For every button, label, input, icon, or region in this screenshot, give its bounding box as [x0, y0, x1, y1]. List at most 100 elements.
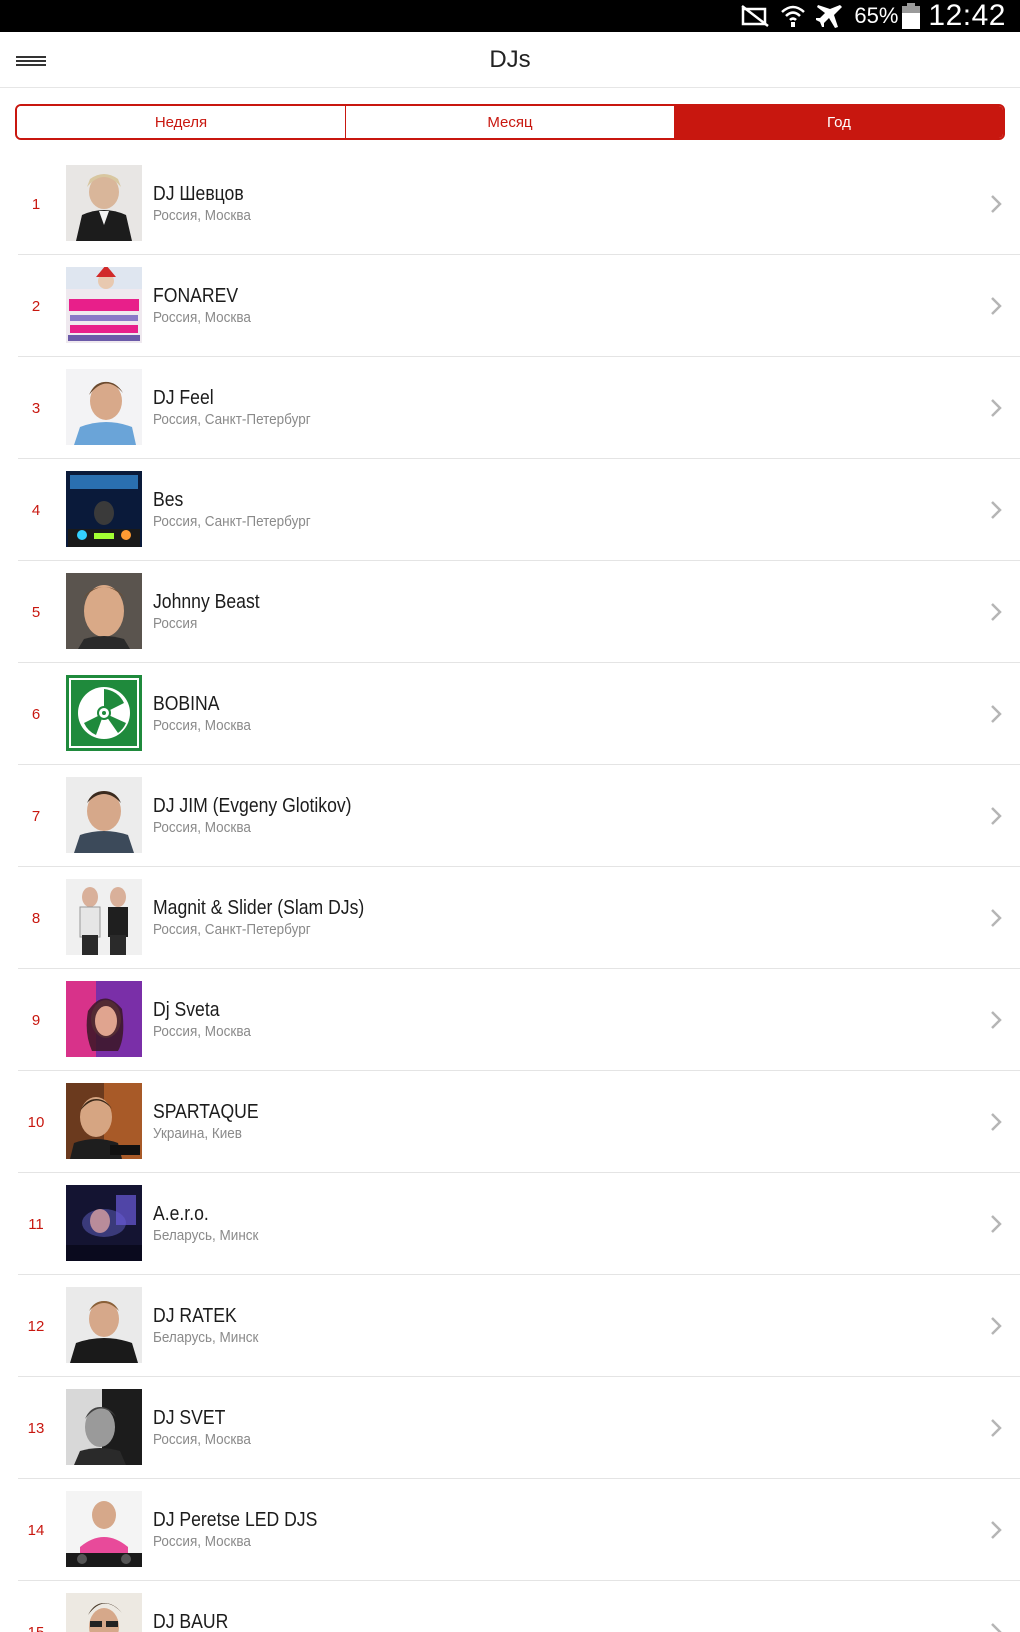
tab-week[interactable]: Неделя — [17, 106, 345, 138]
dj-name: DJ JIM (Evgeny Glotikov) — [153, 795, 352, 817]
rank-number: 6 — [31, 705, 41, 723]
dj-row[interactable]: 2 FONAREV Россия, Москва — [0, 255, 1020, 357]
dj-location: Россия — [153, 615, 198, 632]
app-header: DJs — [0, 32, 1020, 88]
tab-year[interactable]: Год — [674, 106, 1003, 138]
dj-photo — [66, 1593, 142, 1632]
dj-location: Россия, Санкт-Петербург — [153, 411, 311, 428]
rank-number: 7 — [31, 807, 41, 825]
rank-number: 13 — [27, 1419, 45, 1437]
dj-location: Беларусь, Минск — [153, 1329, 259, 1346]
dj-name: Magnit & Slider (Slam DJs) — [153, 897, 365, 919]
rank-number: 5 — [31, 603, 41, 621]
dj-row[interactable]: 3 DJ Feel Россия, Санкт-Петербург — [0, 357, 1020, 459]
dj-list: 1 DJ Шевцов Россия, Москва 2 FONAREV Рос… — [0, 153, 1020, 1632]
rank-number: 4 — [31, 501, 41, 519]
chevron-right-icon — [991, 195, 1002, 213]
rank-number: 1 — [31, 195, 41, 213]
rank-number: 10 — [27, 1113, 45, 1131]
dj-photo — [66, 1491, 142, 1567]
chevron-right-icon — [991, 1113, 1002, 1131]
rank-number: 9 — [31, 1011, 41, 1029]
dj-location: Беларусь, Минск — [153, 1227, 259, 1244]
rank-number: 15 — [27, 1623, 45, 1632]
dj-row[interactable]: 5 Johnny Beast Россия — [0, 561, 1020, 663]
dj-photo — [66, 573, 142, 649]
rank-number: 12 — [27, 1317, 45, 1335]
dj-row[interactable]: 13 DJ SVET Россия, Москва — [0, 1377, 1020, 1479]
page-title: DJs — [489, 46, 531, 73]
battery-percent: 65% — [854, 3, 899, 28]
status-bar: 65% 12:42 — [0, 0, 1020, 32]
dj-row[interactable]: 9 Dj Sveta Россия, Москва — [0, 969, 1020, 1071]
chevron-right-icon — [991, 1419, 1002, 1437]
dj-photo — [66, 1287, 142, 1363]
period-tabs: Неделя Месяц Год — [15, 104, 1005, 140]
chevron-right-icon — [991, 1215, 1002, 1233]
chevron-right-icon — [991, 297, 1002, 315]
dj-name: Bes — [153, 489, 184, 511]
chevron-right-icon — [991, 807, 1002, 825]
dj-photo — [66, 165, 142, 241]
tab-month[interactable]: Месяц — [345, 106, 674, 138]
chevron-right-icon — [991, 603, 1002, 621]
dj-location: Россия, Москва — [153, 1431, 251, 1448]
dj-location: Россия, Санкт-Петербург — [153, 921, 311, 938]
rank-number: 3 — [31, 399, 41, 417]
dj-name: DJ Шевцов — [153, 183, 244, 205]
dj-photo — [66, 471, 142, 547]
chevron-right-icon — [991, 1317, 1002, 1335]
chevron-right-icon — [991, 705, 1002, 723]
dj-row[interactable]: 7 DJ JIM (Evgeny Glotikov) Россия, Москв… — [0, 765, 1020, 867]
rank-number: 14 — [27, 1521, 45, 1539]
dj-photo — [66, 777, 142, 853]
dj-name: DJ Feel — [153, 387, 214, 409]
dj-name: DJ Peretse LED DJS — [153, 1509, 318, 1531]
dj-name: FONAREV — [153, 285, 239, 307]
dj-location: Россия, Москва — [153, 309, 251, 326]
dj-photo — [66, 1389, 142, 1465]
dj-location: Россия, Санкт-Петербург — [153, 513, 311, 530]
dj-name: BOBINA — [153, 693, 220, 715]
dj-location: Россия, Москва — [153, 717, 251, 734]
dj-name: A.e.r.o. — [153, 1203, 209, 1225]
chevron-right-icon — [991, 1623, 1002, 1632]
dj-row[interactable]: 8 Magnit & Slider (Slam DJs) Россия, Сан… — [0, 867, 1020, 969]
dj-row[interactable]: 15 DJ BAUR — [0, 1581, 1020, 1632]
dj-photo — [66, 369, 142, 445]
chevron-right-icon — [991, 1011, 1002, 1029]
wifi-icon — [780, 3, 806, 29]
clock: 12:42 — [928, 0, 1006, 32]
chevron-right-icon — [991, 1521, 1002, 1539]
dj-name: Johnny Beast — [153, 591, 260, 613]
dj-photo — [66, 879, 142, 955]
dj-location: Россия, Москва — [153, 1533, 251, 1550]
dj-photo — [66, 1185, 142, 1261]
chevron-right-icon — [991, 909, 1002, 927]
dj-row[interactable]: 14 DJ Peretse LED DJS Россия, Москва — [0, 1479, 1020, 1581]
rank-number: 11 — [28, 1215, 44, 1233]
dj-name: DJ RATEK — [153, 1305, 237, 1327]
dj-name: SPARTAQUE — [153, 1101, 259, 1123]
rank-number: 2 — [31, 297, 41, 315]
dj-row[interactable]: 4 Bes Россия, Санкт-Петербург — [0, 459, 1020, 561]
mute-icon — [740, 4, 770, 28]
dj-row[interactable]: 10 SPARTAQUE Украина, Киев — [0, 1071, 1020, 1173]
dj-row[interactable]: 1 DJ Шевцов Россия, Москва — [0, 153, 1020, 255]
battery-icon — [902, 3, 921, 29]
dj-name: Dj Sveta — [153, 999, 220, 1021]
dj-row[interactable]: 11 A.e.r.o. Беларусь, Минск — [0, 1173, 1020, 1275]
dj-name: DJ BAUR — [153, 1611, 229, 1632]
dj-location: Украина, Киев — [153, 1125, 242, 1142]
dj-name: DJ SVET — [153, 1407, 226, 1429]
dj-row[interactable]: 12 DJ RATEK Беларусь, Минск — [0, 1275, 1020, 1377]
airplane-icon — [816, 3, 844, 29]
rank-number: 8 — [31, 909, 41, 927]
dj-row[interactable]: 6 BOBINA Россия, Москва — [0, 663, 1020, 765]
dj-logo — [66, 675, 142, 751]
chevron-right-icon — [991, 501, 1002, 519]
dj-location: Россия, Москва — [153, 1023, 251, 1040]
dj-location: Россия, Москва — [153, 819, 251, 836]
dj-photo — [66, 1083, 142, 1159]
dj-location: Россия, Москва — [153, 207, 251, 224]
